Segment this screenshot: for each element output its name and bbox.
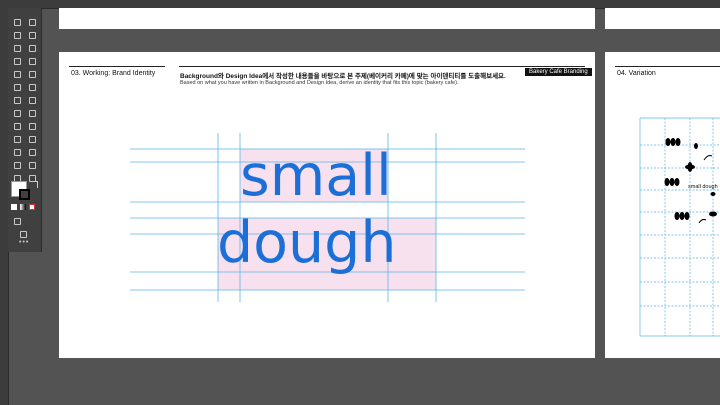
drawing-mode-icon[interactable]: [11, 215, 23, 227]
eyedropper-tool-icon[interactable]: [11, 146, 23, 158]
symbol-sprayer-tool-icon[interactable]: [11, 159, 23, 171]
color-mode-icon[interactable]: [11, 204, 17, 210]
pen-tool-icon[interactable]: [11, 42, 23, 54]
lasso-tool-icon[interactable]: [26, 29, 38, 41]
curvature-tool-icon[interactable]: [26, 42, 38, 54]
magic-wand-tool-icon[interactable]: [11, 29, 23, 41]
gradient-tool-icon[interactable]: [26, 133, 38, 145]
selection-tool-icon[interactable]: [11, 16, 23, 28]
free-transform-tool-icon[interactable]: [26, 107, 38, 119]
blend-tool-icon[interactable]: [26, 146, 38, 158]
variation-grid: [639, 117, 720, 337]
tools-panel: •••: [8, 8, 42, 252]
swap-fill-stroke-icon[interactable]: [31, 181, 38, 188]
rectangle-tool-icon[interactable]: [11, 68, 23, 80]
column-graph-tool-icon[interactable]: [26, 159, 38, 171]
none-mode-icon[interactable]: [29, 204, 35, 210]
scale-tool-icon[interactable]: [26, 94, 38, 106]
line-tool-icon[interactable]: [26, 55, 38, 67]
type-tool-icon[interactable]: [11, 55, 23, 67]
mesh-tool-icon[interactable]: [11, 133, 23, 145]
shaper-tool-icon[interactable]: [11, 81, 23, 93]
shape-builder-tool-icon[interactable]: [11, 120, 23, 132]
paintbrush-tool-icon[interactable]: [26, 68, 38, 80]
width-tool-icon[interactable]: [11, 107, 23, 119]
more-tools-icon[interactable]: •••: [19, 239, 31, 246]
direct-selection-tool-icon[interactable]: [26, 16, 38, 28]
gradient-mode-icon[interactable]: [20, 204, 26, 210]
rotate-tool-icon[interactable]: [11, 94, 23, 106]
eraser-tool-icon[interactable]: [26, 81, 38, 93]
variation-mini-text: small dough: [688, 184, 718, 190]
perspective-grid-tool-icon[interactable]: [26, 120, 38, 132]
stroke-color-swatch[interactable]: [19, 189, 30, 200]
